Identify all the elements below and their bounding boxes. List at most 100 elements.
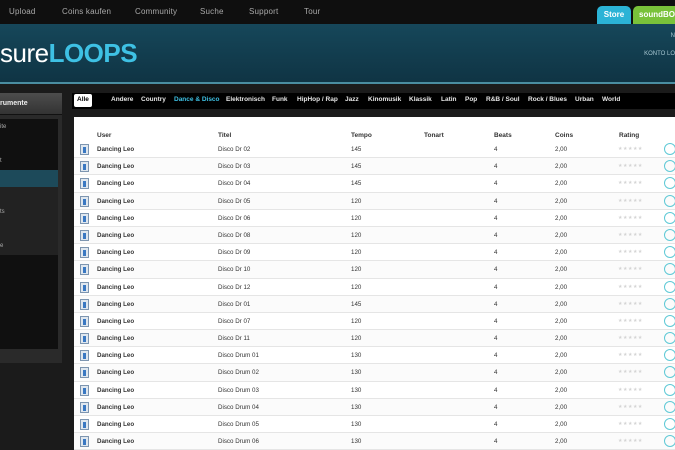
table-row[interactable]: Dancing Leo Disco Dr 06 120 4 2,00 ★★★★★: [74, 210, 675, 227]
rating-stars[interactable]: ★★★★★: [618, 301, 643, 307]
loop-file-icon[interactable]: [80, 161, 89, 173]
loop-file-icon[interactable]: [80, 144, 89, 155]
rating-stars[interactable]: ★★★★★: [618, 198, 643, 204]
genre-kinomusik[interactable]: Kinomusik: [368, 96, 401, 103]
rating-stars[interactable]: ★★★★★: [618, 180, 643, 186]
row-user[interactable]: Dancing Leo: [97, 335, 134, 342]
row-title[interactable]: Disco Drum 03: [218, 387, 259, 394]
loop-file-icon[interactable]: [80, 212, 89, 224]
loop-file-icon[interactable]: [80, 419, 89, 430]
genre-pop[interactable]: Pop: [465, 96, 477, 103]
play-icon[interactable]: [664, 143, 675, 155]
loop-file-icon[interactable]: [80, 401, 89, 413]
loop-file-icon[interactable]: [80, 195, 89, 207]
rating-stars[interactable]: ★★★★★: [618, 352, 643, 358]
table-row[interactable]: Dancing Leo Disco Dr 07 120 4 2,00 ★★★★★: [74, 313, 675, 331]
table-row[interactable]: Dancing Leo Disco Dr 10 120 4 2,00 ★★★★★: [74, 261, 675, 279]
genre-andere[interactable]: Andere: [111, 96, 133, 103]
genre-alle[interactable]: Alle: [74, 94, 92, 107]
table-row[interactable]: Dancing Leo Disco Drum 04 130 4 2,00 ★★★★★: [74, 398, 675, 416]
play-icon[interactable]: [664, 211, 675, 224]
genre-rock-blues[interactable]: Rock / Blues: [528, 96, 567, 103]
store-tab[interactable]: Store: [597, 6, 631, 24]
genre-elektronisch[interactable]: Elektronisch: [226, 96, 265, 103]
loop-file-icon[interactable]: [80, 178, 89, 190]
loop-file-icon[interactable]: [80, 315, 89, 327]
row-user[interactable]: Dancing Leo: [97, 163, 134, 170]
rating-stars[interactable]: ★★★★★: [618, 146, 643, 152]
row-user[interactable]: Dancing Leo: [97, 318, 134, 325]
row-user[interactable]: Dancing Leo: [97, 266, 134, 273]
nav-community[interactable]: Community: [135, 7, 177, 16]
play-icon[interactable]: [664, 160, 675, 173]
table-row[interactable]: Dancing Leo Disco Drum 06 130 4 2,00 ★★★★★: [74, 433, 675, 450]
loop-file-icon[interactable]: [80, 264, 89, 276]
col-tempo[interactable]: Tempo: [351, 132, 372, 139]
loop-file-icon[interactable]: [80, 384, 89, 396]
loop-file-icon[interactable]: [80, 367, 89, 379]
table-row[interactable]: Dancing Leo Disco Dr 09 120 4 2,00 ★★★★★: [74, 244, 675, 262]
rating-stars[interactable]: ★★★★★: [618, 266, 643, 272]
nav-upload[interactable]: Upload: [9, 7, 36, 16]
loop-file-icon[interactable]: [80, 281, 89, 293]
row-title[interactable]: Disco Drum 04: [218, 404, 259, 411]
rating-stars[interactable]: ★★★★★: [618, 387, 643, 393]
table-row[interactable]: Dancing Leo Disco Dr 04 145 4 2,00 ★★★★★: [74, 175, 675, 193]
genre-dance-disco[interactable]: Dance & Disco: [174, 96, 220, 103]
col-titel[interactable]: Titel: [218, 132, 231, 139]
sidebar-item-5[interactable]: [0, 187, 58, 204]
row-title[interactable]: Disco Drum 02: [218, 369, 259, 376]
table-row[interactable]: Dancing Leo Disco Dr 12 120 4 2,00 ★★★★★: [74, 279, 675, 296]
nav-suche[interactable]: Suche: [200, 7, 224, 16]
sidebar-item-8[interactable]: e: [0, 238, 58, 255]
row-title[interactable]: Disco Dr 07: [218, 318, 250, 325]
rating-stars[interactable]: ★★★★★: [618, 284, 643, 290]
row-title[interactable]: Disco Dr 12: [218, 284, 250, 291]
row-title[interactable]: Disco Dr 11: [218, 335, 250, 342]
row-title[interactable]: Disco Drum 01: [218, 352, 259, 359]
row-title[interactable]: Disco Drum 05: [218, 421, 259, 428]
rating-stars[interactable]: ★★★★★: [618, 404, 643, 410]
table-row[interactable]: Dancing Leo Disco Drum 05 130 4 2,00 ★★★★★: [74, 416, 675, 434]
row-title[interactable]: Disco Drum 06: [218, 438, 259, 445]
row-user[interactable]: Dancing Leo: [97, 180, 134, 187]
sidebar-item-2[interactable]: [0, 136, 58, 153]
rating-stars[interactable]: ★★★★★: [618, 232, 643, 238]
loop-file-icon[interactable]: [80, 247, 89, 259]
row-title[interactable]: Disco Dr 04: [218, 180, 250, 187]
table-row[interactable]: Dancing Leo Disco Dr 03 145 4 2,00 ★★★★★: [74, 158, 675, 176]
rating-stars[interactable]: ★★★★★: [618, 335, 643, 341]
play-icon[interactable]: [664, 383, 675, 396]
table-row[interactable]: Dancing Leo Disco Dr 08 120 4 2,00 ★★★★★: [74, 226, 675, 245]
row-title[interactable]: Disco Dr 01: [218, 301, 250, 308]
header-account-link[interactable]: KONTO LO: [644, 51, 675, 57]
site-logo[interactable]: sureLOOPS: [0, 38, 138, 69]
genre-klassik[interactable]: Klassik: [409, 96, 432, 103]
rating-stars[interactable]: ★★★★★: [618, 369, 643, 375]
play-icon[interactable]: [664, 332, 675, 345]
sidebar-item-active[interactable]: [0, 170, 58, 187]
table-row[interactable]: Dancing Leo Disco Dr 02 145 4 2,00 ★★★★★: [74, 141, 675, 159]
col-rating[interactable]: Rating: [619, 132, 639, 139]
col-user[interactable]: User: [97, 132, 111, 139]
genre-urban[interactable]: Urban: [575, 96, 594, 103]
loop-file-icon[interactable]: [80, 333, 89, 345]
play-icon[interactable]: [664, 297, 675, 310]
row-user[interactable]: Dancing Leo: [97, 301, 134, 308]
sidebar-item-1[interactable]: ite: [0, 119, 58, 136]
col-coins[interactable]: Coins: [555, 132, 573, 139]
rating-stars[interactable]: ★★★★★: [618, 438, 643, 444]
play-icon[interactable]: [664, 246, 675, 259]
genre-rnb-soul[interactable]: R&B / Soul: [486, 96, 520, 103]
genre-latin[interactable]: Latin: [441, 96, 457, 103]
play-icon[interactable]: [664, 263, 675, 276]
row-user[interactable]: Dancing Leo: [97, 352, 134, 359]
play-icon[interactable]: [664, 349, 675, 362]
row-user[interactable]: Dancing Leo: [97, 198, 134, 205]
play-icon[interactable]: [664, 314, 675, 327]
row-user[interactable]: Dancing Leo: [97, 249, 134, 256]
table-row[interactable]: Dancing Leo Disco Drum 02 130 4 2,00 ★★★★★: [74, 364, 675, 382]
genre-world[interactable]: World: [602, 96, 620, 103]
rating-stars[interactable]: ★★★★★: [618, 163, 643, 169]
genre-country[interactable]: Country: [141, 96, 166, 103]
